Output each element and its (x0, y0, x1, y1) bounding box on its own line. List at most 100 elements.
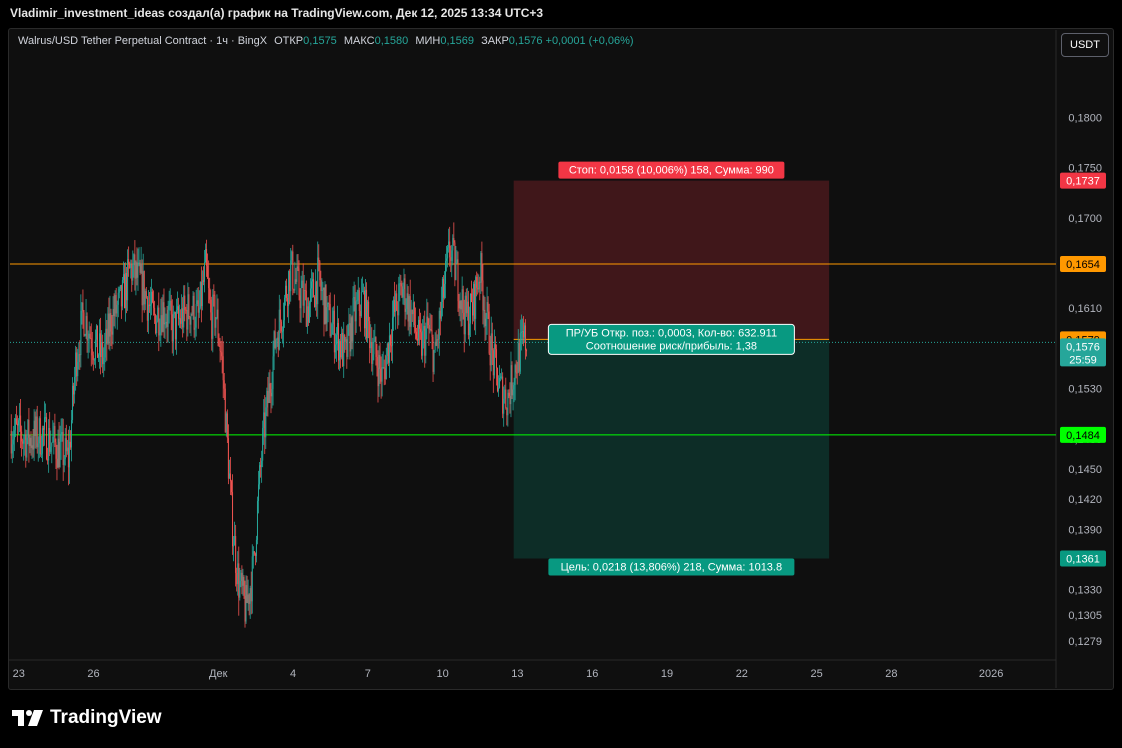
candle-body (288, 271, 290, 306)
candle-body (510, 365, 512, 405)
candle-body (188, 294, 190, 318)
candle-body (250, 588, 252, 602)
candle-body (168, 305, 170, 310)
candle-body (137, 262, 139, 278)
price-chart[interactable]: 0,18000,17500,17000,16100,15300,14800,14… (0, 0, 1122, 748)
candle-body (98, 354, 100, 358)
candle-body (328, 302, 330, 305)
tradingview-logo[interactable]: TradingView (12, 707, 162, 729)
candle-body (314, 296, 316, 308)
low-value: 0,1569 (440, 35, 474, 47)
candle-body (192, 295, 194, 315)
candle-body (269, 383, 271, 393)
candle-body (74, 377, 76, 395)
candle-body (378, 354, 380, 387)
candle-body (457, 259, 459, 302)
candle-body (336, 323, 338, 335)
candle-body (384, 368, 386, 379)
candle-body (353, 297, 355, 299)
candle-body (75, 352, 77, 378)
candle-body (31, 445, 33, 448)
candle-body (208, 278, 210, 289)
candle-body (39, 418, 41, 455)
candle-body (326, 307, 328, 324)
candle-body (154, 307, 156, 316)
candle-body (409, 296, 411, 327)
candle-body (99, 333, 101, 355)
candle-body (299, 295, 301, 309)
low-label: МИН (415, 35, 441, 47)
candle-body (313, 279, 315, 297)
candle-body (335, 334, 337, 345)
candle-body (375, 337, 377, 357)
candle-body (521, 331, 523, 333)
candle-body (165, 321, 167, 323)
candle-body (119, 285, 121, 289)
candle-body (13, 430, 15, 440)
candle-body (470, 293, 472, 303)
candle-body (101, 342, 103, 357)
candle-body (387, 343, 389, 363)
symbol-name[interactable]: Walrus/USD Tether Perpetual Contract · 1… (18, 35, 267, 47)
candle-body (245, 585, 247, 622)
candle-body (348, 323, 350, 325)
candle-body (449, 241, 451, 258)
candle-body (323, 287, 325, 325)
level-orange-badge: 0,1654 (1066, 259, 1100, 271)
candle-body (494, 344, 496, 350)
candle-body (65, 438, 67, 452)
candle-body (462, 289, 464, 314)
candle-body (32, 445, 34, 450)
candle-body (91, 348, 93, 356)
candle-body (37, 443, 39, 448)
candle-body (362, 290, 364, 292)
candle-body (339, 341, 341, 361)
candle-body (18, 420, 20, 426)
candle-body (185, 309, 187, 311)
candle-body (302, 280, 304, 306)
candle-body (172, 314, 174, 342)
candle-body (107, 313, 109, 344)
candle-body (149, 304, 151, 306)
candle-body (153, 302, 155, 308)
currency-button[interactable]: USDT (1061, 33, 1109, 57)
candle-body (81, 302, 83, 311)
candle-body (372, 354, 374, 364)
candle-body (517, 343, 519, 373)
candle-body (61, 431, 63, 435)
candle-body (433, 350, 435, 372)
candle-body (365, 289, 367, 329)
candle-body (491, 333, 493, 351)
x-tick-label: 26 (87, 668, 99, 680)
stop-label: Стоп: 0,0158 (10,006%) 158, Сумма: 990 (569, 165, 774, 177)
candle-body (184, 295, 186, 310)
candle-body (225, 413, 227, 433)
candle-body (268, 383, 270, 404)
candle-body (41, 428, 43, 454)
x-tick-label: 22 (736, 668, 748, 680)
candle-body (492, 350, 494, 376)
candle-body (475, 277, 477, 319)
candle-body (474, 284, 476, 319)
candle-body (143, 271, 145, 305)
candle-body (422, 330, 424, 356)
candle-body (57, 438, 59, 468)
candle-body (355, 301, 357, 322)
candle-body (476, 277, 478, 288)
candle-body (127, 259, 129, 301)
candle-body (280, 321, 282, 332)
candle-body (507, 392, 509, 416)
candle-body (451, 250, 453, 261)
candle-body (238, 563, 240, 598)
candle-body (333, 310, 335, 353)
candle-body (301, 280, 303, 288)
candle-body (408, 296, 410, 322)
candle-body (227, 438, 229, 479)
candle-body (216, 309, 218, 318)
candle-body (415, 331, 417, 339)
candle-body (390, 345, 392, 347)
candle-body (346, 339, 348, 357)
candle-body (132, 265, 134, 281)
candle-body (413, 302, 415, 326)
candle-body (241, 572, 243, 586)
